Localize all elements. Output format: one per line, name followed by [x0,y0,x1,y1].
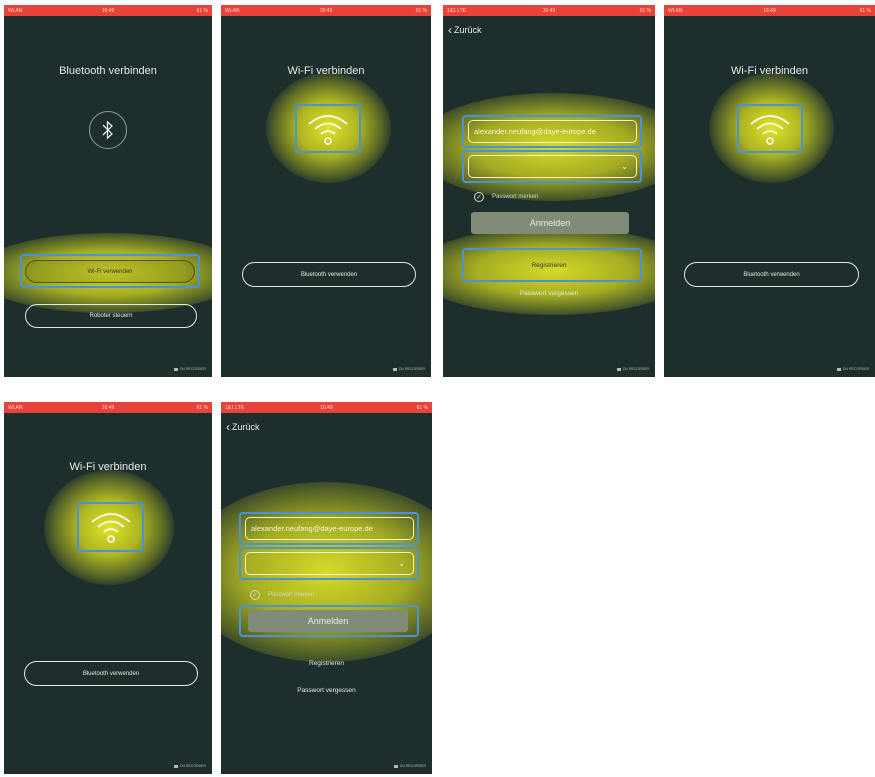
login-button[interactable]: Anmelden [248,610,408,632]
carrier-label: WLAN [8,7,23,14]
chevron-down-icon[interactable]: ⌄ [621,162,628,171]
carrier-label: 1&1 LTE [447,7,467,14]
use-wifi-button[interactable]: Wi-Fi verwenden [25,260,195,283]
recorder-label: DU RECORDER [842,367,869,371]
status-bar: 1&1 LTE 16:49 61 % [221,402,432,413]
register-button[interactable]: Registrieren [221,660,432,667]
screen-wifi-connect: WLAN 16:49 61 % Wi-Fi verbinden Bluetoot… [221,5,431,377]
recorder-badge: DU RECORDER [173,367,206,371]
chevron-left-icon: ‹ [448,22,452,37]
camera-icon [836,367,841,371]
status-bar: 1&1 LTE 16:49 61 % [443,5,655,16]
remember-password-label: Passwort merken [492,194,539,200]
bluetooth-icon[interactable] [89,111,127,149]
screen-bluetooth-connect: WLAN 16:49 61 % Bluetooth verbinden Wi-F… [4,5,212,377]
forgot-password-link[interactable]: Passwort vergessen [443,290,655,297]
status-time: 16:49 [542,7,556,14]
carrier-label: WLAN [668,7,683,14]
register-button[interactable]: Registrieren [443,262,655,269]
use-bluetooth-button[interactable]: Bluetooth verwenden [24,661,198,686]
chevron-left-icon: ‹ [226,419,230,434]
camera-icon [616,367,621,371]
battery-label: 61 % [196,404,208,411]
forgot-password-link[interactable]: Passwort vergessen [221,687,432,694]
screen-login-register: 1&1 LTE 16:49 61 % ‹ Zurück alexander.neu… [443,5,655,377]
password-field[interactable]: ⌄ [245,552,414,575]
battery-label: 61 % [859,7,871,14]
status-bar: WLAN 16:49 61 % [221,5,431,16]
status-time: 16:49 [763,7,776,14]
battery-label: 61 % [415,7,427,14]
use-bluetooth-button[interactable]: Bluetooth verwenden [684,262,859,287]
camera-icon [393,764,398,768]
back-button[interactable]: ‹ Zurück [448,22,482,37]
recorder-label: DU RECORDER [622,367,649,371]
battery-label: 61 % [416,404,428,411]
carrier-label: 1&1 LTE [225,404,245,411]
recorder-label: DU RECORDER [179,367,206,371]
camera-icon [392,367,397,371]
checkmark-icon[interactable]: ✓ [250,590,260,600]
control-robot-button[interactable]: Roboter steuern [25,304,197,328]
status-bar: WLAN 16:49 61 % [4,402,212,413]
screen-wifi-connect: WLAN 16:49 61 % Wi-Fi verbinden Bluetoot… [664,5,875,377]
recorder-label: DU RECORDER [179,764,206,768]
back-button[interactable]: ‹ Zurück [226,419,260,434]
remember-password-label: Passwort merken [268,592,315,598]
remember-password-row[interactable]: ✓ Passwort merken [250,590,314,600]
back-label: Zurück [232,422,260,432]
status-time: 16:49 [320,404,333,411]
status-bar: WLAN 16:49 61 % [664,5,875,16]
status-time: 16:49 [101,7,115,14]
page-title: Bluetooth verbinden [59,65,157,77]
camera-icon [173,764,178,768]
recorder-badge: DU RECORDER [173,764,206,768]
back-label: Zurück [454,25,482,35]
status-bar: WLAN 16:49 61 % [4,5,212,16]
email-field[interactable]: alexander.neufang@daye-europe.de [245,517,414,540]
wifi-icon[interactable] [737,104,803,153]
recorder-badge: DU RECORDER [836,367,869,371]
status-time: 16:49 [319,7,333,14]
battery-label: 61 % [196,7,208,14]
wifi-icon[interactable] [295,104,361,153]
checkmark-icon[interactable]: ✓ [474,192,484,202]
screen-wifi-connect: WLAN 16:49 61 % Wi-Fi verbinden Bluetoot… [4,402,212,774]
chevron-down-icon[interactable]: ⌄ [398,559,405,568]
wifi-icon[interactable] [77,502,144,552]
login-button[interactable]: Anmelden [471,212,629,234]
recorder-badge: DU RECORDER [392,367,425,371]
use-bluetooth-button[interactable]: Bluetooth verwenden [242,262,416,287]
recorder-label: DU RECORDER [398,367,425,371]
recorder-label: DU RECORDER [399,764,426,768]
remember-password-row[interactable]: ✓ Passwort merken [474,192,538,202]
battery-label: 61 % [639,7,651,14]
password-field[interactable]: ⌄ [468,155,637,178]
carrier-label: WLAN [225,7,240,14]
screen-login: 1&1 LTE 16:49 61 % ‹ Zurück alexander.neu… [221,402,432,774]
carrier-label: WLAN [8,404,23,411]
camera-icon [173,367,178,371]
email-field[interactable]: alexander.neufang@daye-europe.de [468,120,637,143]
recorder-badge: DU RECORDER [393,764,426,768]
status-time: 16:49 [101,404,115,411]
recorder-badge: DU RECORDER [616,367,649,371]
